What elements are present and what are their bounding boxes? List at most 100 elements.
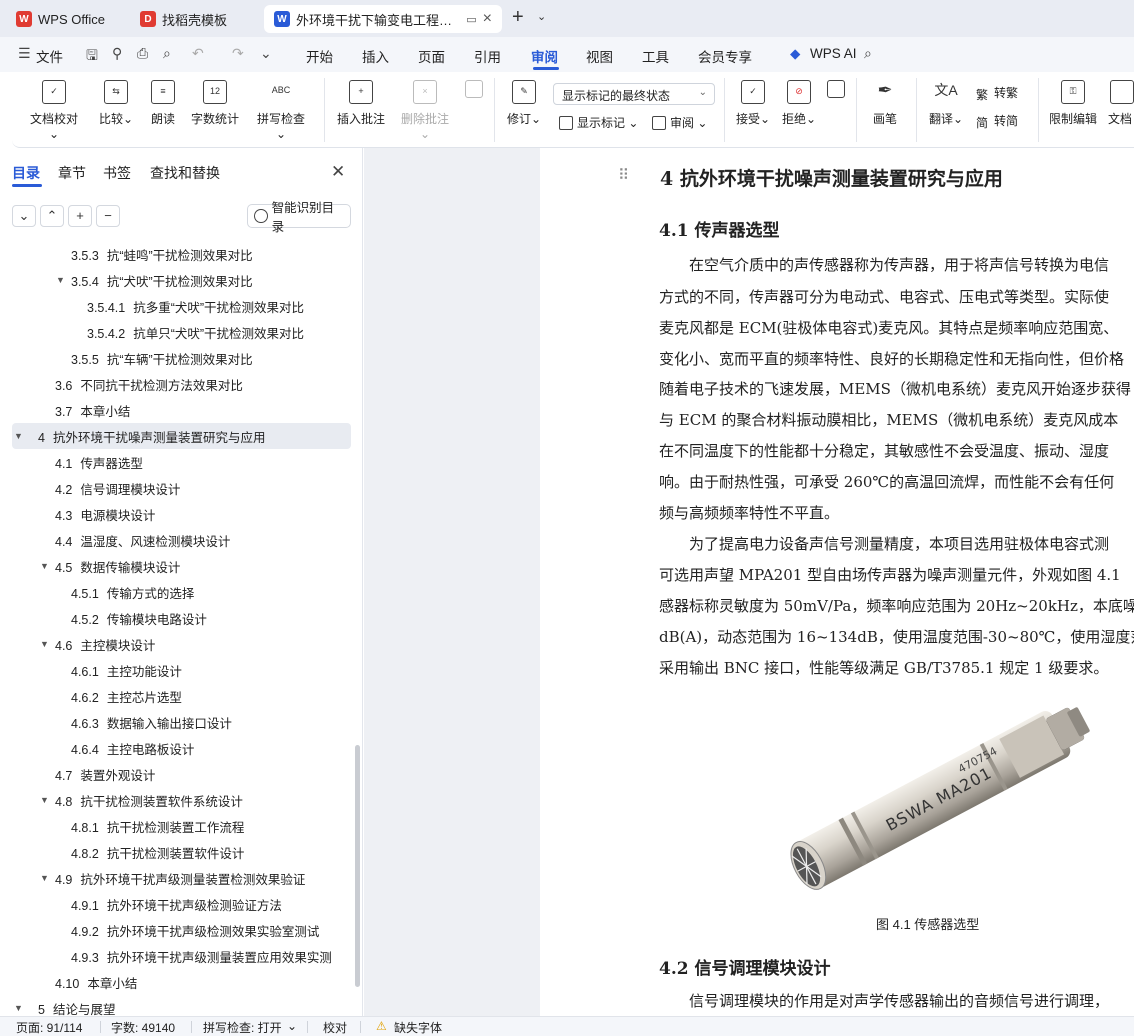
toc-item[interactable]: 3.5.3 抗“蛙鸣”干扰检测效果对比 (0, 241, 360, 267)
print-preview-icon[interactable]: ⌕ (163, 45, 171, 62)
menu-review[interactable]: 审阅 (531, 46, 558, 66)
toc-item[interactable]: 4.4 温湿度、风速检测模块设计 (0, 527, 360, 553)
toc-item[interactable]: 3.7 本章小结 (0, 397, 360, 423)
proofread-status[interactable]: 校对 (323, 1019, 347, 1036)
toc-item[interactable]: 3.6 不同抗干扰检测方法效果对比 (0, 371, 360, 397)
menu-member[interactable]: 会员专享 (698, 46, 752, 66)
smart-toc-button[interactable]: 智能识别目录 (247, 201, 351, 234)
tab-wps-office[interactable]: W WPS Office (6, 5, 124, 33)
toc-item[interactable]: 4.6.3 数据输入输出接口设计 (0, 709, 360, 735)
menu-wps-ai[interactable]: WPS AI (810, 46, 857, 61)
translate-button[interactable]: 文A 翻译⌄ (926, 80, 966, 127)
expand-triangle-icon[interactable]: ▼ (40, 639, 49, 649)
toc-item[interactable]: ▼ 4.8 抗干扰检测装置软件系统设计 (0, 787, 360, 813)
toc-item[interactable]: 4.2 信号调理模块设计 (0, 475, 360, 501)
search-icon[interactable]: ⌕ (864, 45, 872, 62)
drag-handle-icon[interactable]: ⠿ (618, 166, 629, 184)
read-aloud-button[interactable]: ≡ 朗读 (148, 80, 178, 127)
save-icon[interactable]: 🖫 (86, 45, 98, 69)
tab-sections[interactable]: 章节 (58, 163, 86, 183)
tab-current-document[interactable]: W 外环境干扰下输变电工程声级测 ▭ × (264, 5, 502, 33)
toc-item[interactable]: 4.9.1 抗外环境干扰声级检测验证方法 (0, 891, 360, 917)
toc-item[interactable]: ▼ 3.5.4 抗“犬吠”干扰检测效果对比 (0, 267, 360, 293)
toc-item[interactable]: 4.8.2 抗干扰检测装置软件设计 (0, 839, 360, 865)
monitor-icon[interactable]: ▭ (466, 13, 476, 26)
expand-triangle-icon[interactable]: ▼ (40, 795, 49, 805)
restrict-editing-button[interactable]: ⚿ 限制编辑 (1048, 80, 1098, 127)
to-traditional-button[interactable]: 繁 转繁 (976, 84, 1018, 102)
toc-item[interactable]: 4.5.2 传输模块电路设计 (0, 605, 360, 631)
page-indicator[interactable]: 页面: 91/114 (16, 1019, 82, 1036)
reject-button[interactable]: ⊘ 拒绝⌄ (780, 80, 818, 127)
word-count-button[interactable]: 12 字数统计 (190, 80, 240, 127)
menu-view[interactable]: 视图 (586, 46, 613, 66)
toc-item[interactable]: 4.10 本章小结 (0, 969, 360, 995)
remove-heading-button[interactable]: − (96, 205, 120, 227)
expand-triangle-icon[interactable]: ▼ (40, 873, 49, 883)
menu-references[interactable]: 引用 (474, 46, 501, 66)
redo-icon[interactable]: ↷ (232, 45, 244, 62)
previous-comment-button[interactable] (464, 80, 484, 104)
toc-item[interactable]: 4.5.1 传输方式的选择 (0, 579, 360, 605)
spell-check-status[interactable]: 拼写检查: 打开 (203, 1019, 282, 1036)
previous-change-button[interactable] (826, 80, 846, 104)
toc-item[interactable]: 4.8.1 抗干扰检测装置工作流程 (0, 813, 360, 839)
to-simplified-button[interactable]: 简 转简 (976, 112, 1018, 130)
review-pane-button[interactable]: 审阅 ⌄ (652, 114, 707, 131)
proofread-button[interactable]: ✓ 文档校对⌄ (28, 80, 80, 141)
insert-comment-button[interactable]: + 插入批注 (336, 80, 386, 127)
toc-item[interactable]: 3.5.4.1 抗多重“犬吠”干扰检测效果对比 (0, 293, 360, 319)
chevron-down-icon[interactable]: ⌄ (537, 10, 546, 23)
tab-toc[interactable]: 目录 (12, 163, 40, 183)
accept-button[interactable]: ✓ 接受⌄ (734, 80, 772, 127)
toc-item[interactable]: 4.1 传声器选型 (0, 449, 360, 475)
toc-item[interactable]: 4.9.2 抗外环境干扰声级检测效果实验室测试 (0, 917, 360, 943)
toc-scrollbar[interactable] (355, 745, 360, 987)
menu-tools[interactable]: 工具 (642, 46, 669, 66)
wps-ai-logo-icon[interactable]: ◆ (790, 46, 800, 62)
collapse-down-button[interactable]: ⌄ (12, 205, 36, 227)
pen-button[interactable]: ✒ 画笔 (870, 80, 900, 127)
new-tab-icon[interactable]: + (512, 6, 524, 29)
menu-file[interactable]: 文件 (36, 46, 63, 66)
show-markup-button[interactable]: 显示标记 ⌄ (559, 114, 638, 131)
close-icon[interactable]: × (483, 10, 492, 28)
toc-item[interactable]: 4.6.1 主控功能设计 (0, 657, 360, 683)
toc-item[interactable]: 4.6.4 主控电路板设计 (0, 735, 360, 761)
tab-find-replace[interactable]: 查找和替换 (150, 163, 220, 183)
document-permission-button[interactable]: 文档 (1108, 80, 1134, 127)
expand-triangle-icon[interactable]: ▼ (14, 1003, 23, 1013)
chevron-down-icon[interactable]: ⌄ (287, 1019, 297, 1033)
collapse-up-button[interactable]: ⌃ (40, 205, 64, 227)
tab-docer-templates[interactable]: D 找稻壳模板 (130, 5, 258, 33)
menu-home[interactable]: 开始 (306, 46, 333, 66)
tab-bookmarks[interactable]: 书签 (103, 163, 131, 183)
undo-icon[interactable]: ↶ (192, 45, 204, 62)
spell-check-button[interactable]: ABC 拼写检查⌄ (252, 80, 310, 141)
toc-item[interactable]: 4.7 装置外观设计 (0, 761, 360, 787)
delete-comment-button[interactable]: × 删除批注⌄ (396, 80, 454, 141)
toc-item[interactable]: ▼ 4 抗外环境干扰噪声测量装置研究与应用 (12, 423, 351, 449)
word-count-indicator[interactable]: 字数: 49140 (111, 1019, 175, 1036)
track-changes-button[interactable]: ✎ 修订⌄ (506, 80, 542, 127)
toc-item[interactable]: 4.9.3 抗外环境干扰声级测量装置应用效果实测 (0, 943, 360, 969)
hamburger-icon[interactable]: ☰ (18, 45, 31, 62)
missing-font-status[interactable]: 缺失字体 (394, 1019, 442, 1036)
markup-state-select[interactable]: 显示标记的最终状态 ⌄ (553, 83, 715, 105)
toc-item[interactable]: 3.5.4.2 抗单只“犬吠”干扰检测效果对比 (0, 319, 360, 345)
menu-page[interactable]: 页面 (418, 46, 445, 66)
add-heading-button[interactable]: + (68, 205, 92, 227)
close-icon[interactable]: ✕ (331, 162, 345, 182)
expand-triangle-icon[interactable]: ▼ (56, 275, 65, 285)
toc-item[interactable]: ▼ 4.5 数据传输模块设计 (0, 553, 360, 579)
menu-insert[interactable]: 插入 (362, 46, 389, 66)
expand-triangle-icon[interactable]: ▼ (40, 561, 49, 571)
print-icon[interactable]: ⎙ (137, 45, 148, 62)
toc-item[interactable]: ▼ 4.6 主控模块设计 (0, 631, 360, 657)
toc-item[interactable]: 4.6.2 主控芯片选型 (0, 683, 360, 709)
toc-item[interactable]: 3.5.5 抗“车辆”干扰检测效果对比 (0, 345, 360, 371)
toc-item[interactable]: ▼ 4.9 抗外环境干扰声级测量装置检测效果验证 (0, 865, 360, 891)
expand-triangle-icon[interactable]: ▼ (14, 431, 23, 441)
toc-item[interactable]: 4.3 电源模块设计 (0, 501, 360, 527)
share-icon[interactable]: ⚲ (112, 45, 122, 62)
